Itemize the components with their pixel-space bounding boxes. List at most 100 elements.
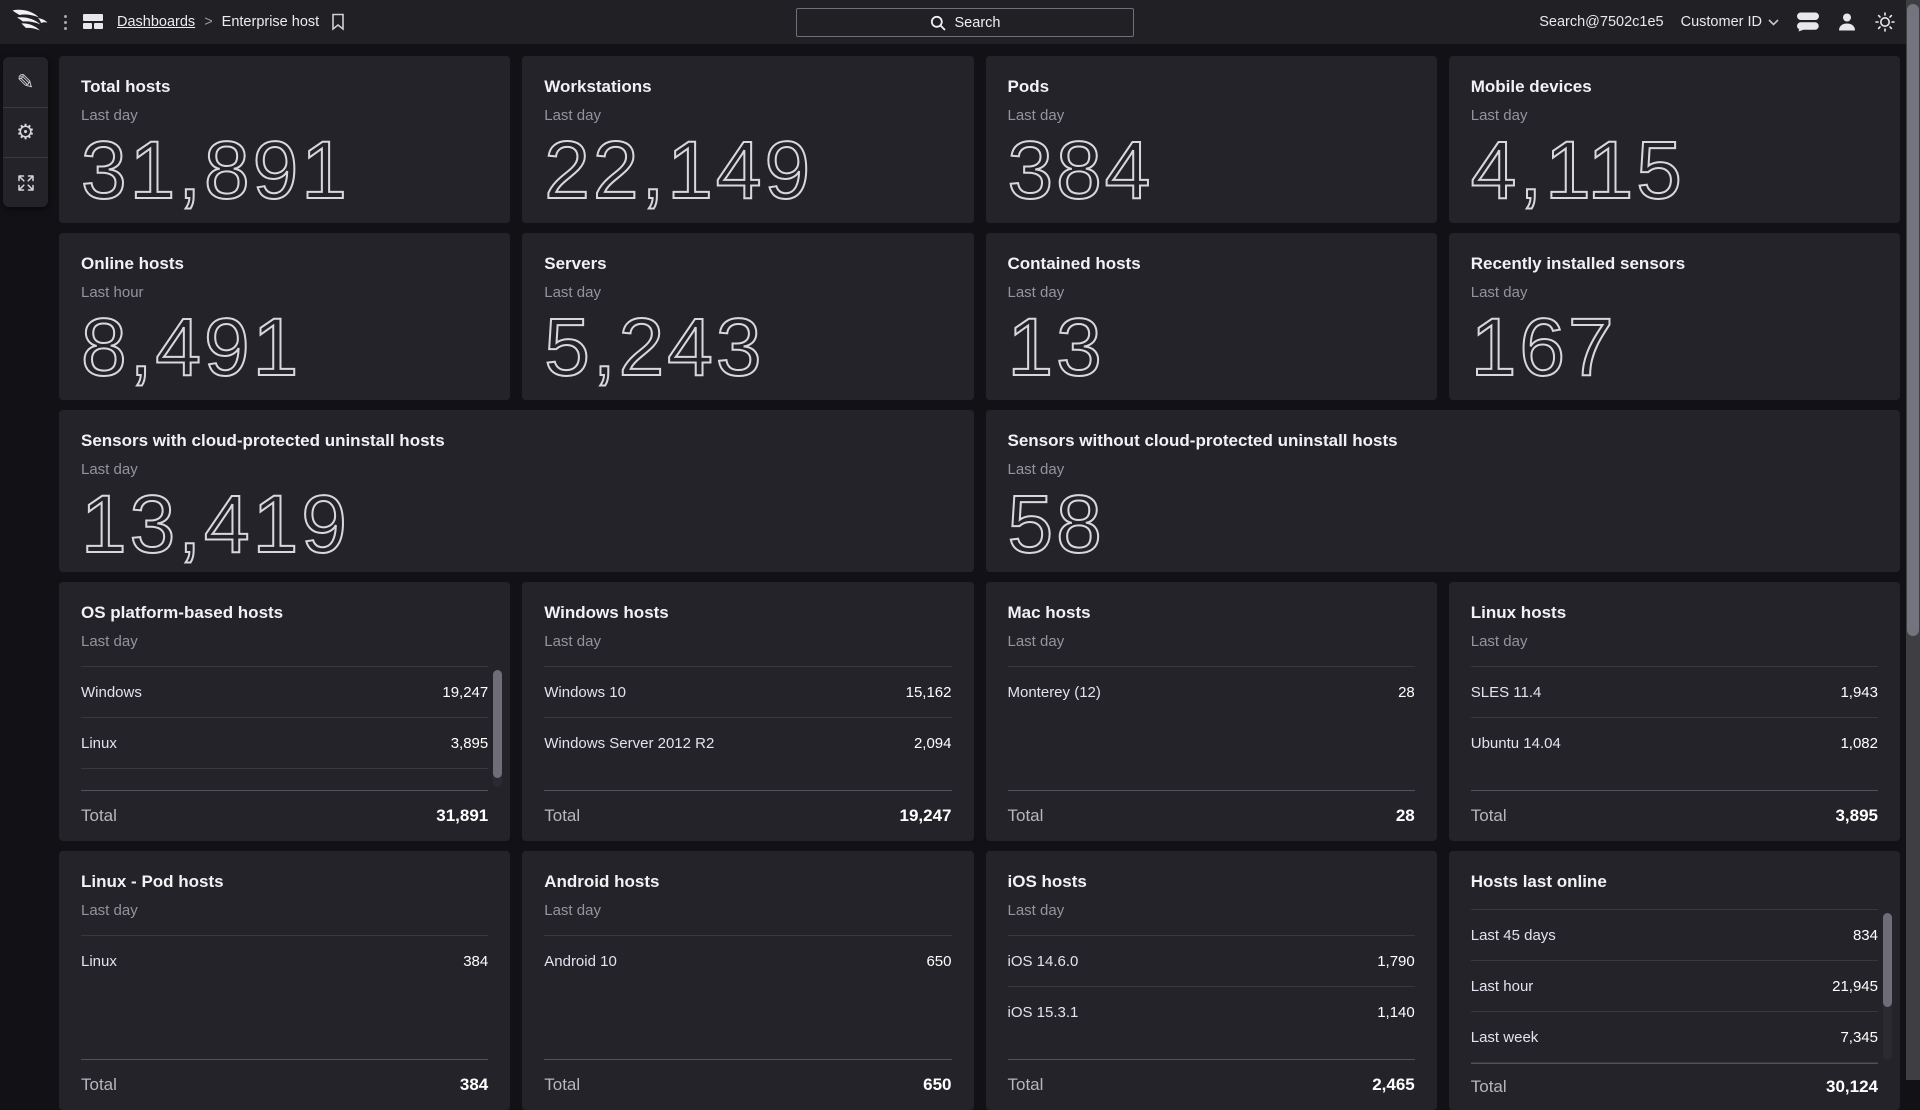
row-label-link[interactable]: iOS 14.6.0 bbox=[1008, 953, 1079, 970]
row-label-link[interactable]: Linux bbox=[81, 953, 117, 970]
search-icon bbox=[930, 15, 946, 31]
breadcrumb-separator: > bbox=[204, 14, 212, 30]
row-value: 834 bbox=[1853, 927, 1878, 944]
bookmark-icon[interactable] bbox=[331, 13, 345, 31]
table-scrollbar-thumb[interactable] bbox=[1883, 913, 1892, 1007]
card-time-range: Last hour bbox=[81, 285, 488, 301]
row-label-link[interactable]: Android 10 bbox=[544, 953, 617, 970]
table-row: Linux 384 bbox=[81, 936, 488, 987]
stat-card: Servers Last day 5,243 bbox=[522, 233, 973, 400]
top-bar: Dashboards > Enterprise host Search Sear… bbox=[0, 0, 1920, 44]
table-card: Android hosts Last day Android 10 650 To… bbox=[522, 851, 973, 1110]
edit-dashboard-button[interactable]: ✎ bbox=[3, 57, 48, 107]
card-title: Pods bbox=[1008, 76, 1415, 98]
row-value: 1,943 bbox=[1840, 684, 1878, 701]
row-value: 21,945 bbox=[1832, 978, 1878, 995]
table-rows: Linux 384 bbox=[81, 936, 488, 987]
row-label-link[interactable]: Last hour bbox=[1471, 978, 1534, 995]
stat-card: Sensors without cloud-protected uninstal… bbox=[986, 410, 1901, 572]
row-label-link[interactable]: Windows bbox=[81, 684, 142, 701]
card-table: iOS 14.6.0 1,790 iOS 15.3.1 1,140 bbox=[1008, 935, 1415, 1059]
fullscreen-button[interactable] bbox=[3, 157, 48, 207]
search-placeholder: Search bbox=[955, 15, 1001, 31]
topbar-right: Search@7502c1e5 Customer ID bbox=[1539, 0, 1896, 44]
table-rows: Android 10 650 bbox=[544, 936, 951, 987]
card-time-range: Last day bbox=[1471, 285, 1878, 301]
card-title: Hosts last online bbox=[1471, 871, 1878, 893]
total-label: Total bbox=[544, 806, 580, 826]
expand-icon bbox=[16, 173, 36, 193]
row-value: 1,140 bbox=[1377, 1004, 1415, 1021]
card-title: Linux - Pod hosts bbox=[81, 871, 488, 893]
breadcrumb: Dashboards > Enterprise host bbox=[117, 13, 345, 31]
row-label-link[interactable]: SLES 11.4 bbox=[1471, 684, 1542, 701]
kebab-menu-icon[interactable] bbox=[62, 11, 69, 34]
table-scrollbar[interactable] bbox=[1883, 913, 1892, 1060]
card-table: Monterey (12) 28 bbox=[1008, 666, 1415, 790]
card-title: Android hosts bbox=[544, 871, 951, 893]
theme-brightness-icon[interactable] bbox=[1874, 11, 1896, 33]
row-label-link[interactable]: Monterey (12) bbox=[1008, 684, 1101, 701]
card-title: Mobile devices bbox=[1471, 76, 1878, 98]
card-title: iOS hosts bbox=[1008, 871, 1415, 893]
card-table: Linux 384 bbox=[81, 935, 488, 1059]
table-row: iOS 14.6.0 1,790 bbox=[1008, 936, 1415, 987]
row-label-link[interactable]: iOS 15.3.1 bbox=[1008, 1004, 1079, 1021]
total-label: Total bbox=[544, 1075, 580, 1095]
table-card: Hosts last online Last 45 days 834 Last … bbox=[1449, 851, 1900, 1110]
chevron-down-icon bbox=[1768, 19, 1779, 26]
table-total-row: Total 30,124 bbox=[1471, 1063, 1878, 1110]
stat-card: Online hosts Last hour 8,491 bbox=[59, 233, 510, 400]
card-time-range: Last day bbox=[81, 634, 488, 650]
row-value: 384 bbox=[463, 953, 488, 970]
dashboard-grid-icon[interactable] bbox=[83, 14, 103, 31]
table-scrollbar-thumb[interactable] bbox=[493, 670, 502, 778]
row-label-link[interactable]: Ubuntu 14.04 bbox=[1471, 735, 1561, 752]
total-value: 30,124 bbox=[1826, 1077, 1878, 1097]
row-label-link[interactable]: Windows 10 bbox=[544, 684, 626, 701]
total-label: Total bbox=[1471, 806, 1507, 826]
row-label-link[interactable]: Windows Server 2012 R2 bbox=[544, 735, 714, 752]
total-label: Total bbox=[81, 1075, 117, 1095]
total-label: Total bbox=[1008, 1075, 1044, 1095]
card-table: Android 10 650 bbox=[544, 935, 951, 1059]
row-value: 15,162 bbox=[906, 684, 952, 701]
total-value: 650 bbox=[923, 1075, 951, 1095]
row-label-link[interactable]: Last 45 days bbox=[1471, 927, 1556, 944]
user-account-label[interactable]: Search@7502c1e5 bbox=[1539, 14, 1663, 30]
table-card: Linux - Pod hosts Last day Linux 384 Tot… bbox=[59, 851, 510, 1110]
table-rows: Windows 19,247 Linux 3,895 bbox=[81, 667, 488, 769]
card-time-range: Last day bbox=[1471, 634, 1878, 650]
global-search-input[interactable]: Search bbox=[796, 8, 1134, 37]
card-title: Windows hosts bbox=[544, 602, 951, 624]
row-label-link[interactable]: Last week bbox=[1471, 1029, 1539, 1046]
page-scrollbar[interactable] bbox=[1906, 0, 1920, 1080]
table-total-row: Total 384 bbox=[81, 1059, 488, 1110]
total-value: 384 bbox=[460, 1075, 488, 1095]
user-profile-icon[interactable] bbox=[1837, 12, 1857, 32]
row-value: 28 bbox=[1398, 684, 1415, 701]
metric-value: 13 bbox=[1008, 307, 1415, 389]
metric-value: 4,115 bbox=[1471, 130, 1878, 212]
page-scrollbar-thumb[interactable] bbox=[1907, 4, 1919, 636]
row-label-link[interactable]: Linux bbox=[81, 735, 117, 752]
topbar-left: Dashboards > Enterprise host bbox=[12, 9, 345, 35]
card-title: Linux hosts bbox=[1471, 602, 1878, 624]
gear-icon: ⚙ bbox=[16, 122, 35, 143]
stat-card: Mobile devices Last day 4,115 bbox=[1449, 56, 1900, 223]
settings-button[interactable]: ⚙ bbox=[3, 107, 48, 157]
total-label: Total bbox=[81, 806, 117, 826]
stat-card: Contained hosts Last day 13 bbox=[986, 233, 1437, 400]
total-label: Total bbox=[1471, 1077, 1507, 1097]
table-scrollbar[interactable] bbox=[493, 670, 502, 787]
table-total-row: Total 31,891 bbox=[81, 790, 488, 841]
table-total-row: Total 28 bbox=[1008, 790, 1415, 841]
metric-value: 13,419 bbox=[81, 484, 952, 566]
card-time-range: Last day bbox=[1008, 634, 1415, 650]
breadcrumb-dashboards-link[interactable]: Dashboards bbox=[117, 14, 195, 30]
row-value: 2,094 bbox=[914, 735, 952, 752]
card-title: Servers bbox=[544, 253, 951, 275]
customer-id-dropdown[interactable]: Customer ID bbox=[1681, 14, 1779, 30]
crowdstrike-falcon-logo-icon[interactable] bbox=[12, 9, 48, 35]
messages-icon[interactable] bbox=[1796, 12, 1820, 32]
